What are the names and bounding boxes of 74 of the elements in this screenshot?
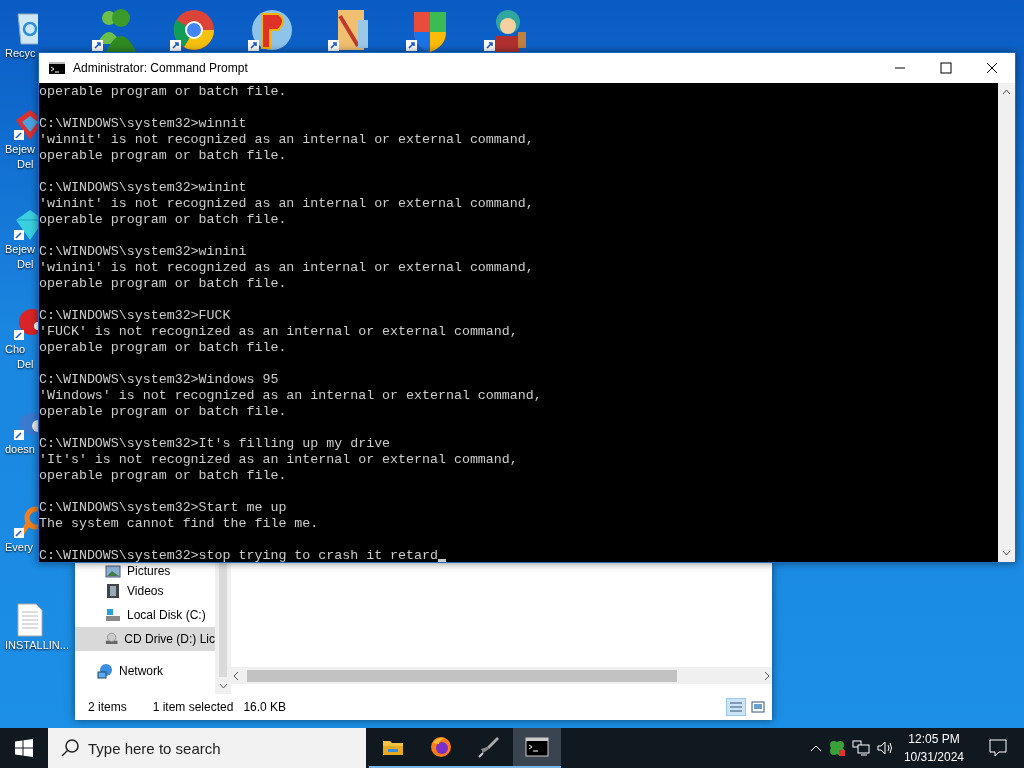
status-text: 2 items bbox=[88, 700, 127, 714]
console-line: operable program or batch file. bbox=[39, 148, 287, 164]
console-line: operable program or batch file. bbox=[39, 212, 287, 228]
close-icon bbox=[986, 62, 998, 74]
console-line: operable program or batch file. bbox=[39, 404, 287, 420]
icon-label: Del bbox=[16, 157, 34, 172]
nav-item[interactable]: Videos bbox=[75, 579, 215, 603]
chevron-right-icon[interactable] bbox=[762, 670, 772, 681]
film-icon bbox=[105, 583, 121, 599]
icon-label: Del bbox=[16, 257, 34, 272]
clock-date[interactable]: 10/31/2024 bbox=[903, 748, 964, 766]
drive-icon bbox=[105, 607, 121, 623]
large-icons-view-button[interactable] bbox=[748, 698, 768, 716]
console-line: The system cannot find the file me. bbox=[39, 516, 319, 532]
icon-label: Recyc bbox=[5, 46, 36, 61]
icon-label: Every bbox=[5, 540, 34, 555]
nav-item[interactable]: Local Disk (C:) bbox=[75, 603, 215, 627]
console-line: operable program or batch file. bbox=[39, 84, 287, 100]
icon-label: Del bbox=[16, 357, 34, 372]
clock-time[interactable]: 12:05 PM bbox=[908, 730, 960, 748]
status-text: 16.0 KB bbox=[243, 700, 287, 714]
icon-label: Bejew bbox=[5, 242, 35, 257]
console-line: 'winint' is not recognized as an internal or external command, bbox=[39, 196, 534, 212]
people-icon[interactable] bbox=[92, 6, 138, 52]
nav-item[interactable]: Pictures bbox=[75, 563, 215, 579]
chevron-left-icon[interactable] bbox=[231, 670, 241, 681]
search-icon bbox=[60, 738, 80, 758]
console-line: C:\WINDOWS\system32>FUCK bbox=[39, 308, 231, 324]
rocket-icon bbox=[477, 735, 501, 759]
scrollbar[interactable] bbox=[215, 563, 231, 694]
windows-logo-icon bbox=[15, 739, 33, 757]
console-line: C:\WINDOWS\system32>winnit bbox=[39, 116, 247, 132]
console-line: operable program or batch file. bbox=[39, 468, 287, 484]
network-icon bbox=[97, 663, 113, 679]
console-line: C:\WINDOWS\system32>Windows 95 bbox=[39, 372, 279, 388]
list-icon bbox=[729, 701, 743, 713]
taskbar-app-button[interactable] bbox=[513, 728, 561, 768]
console-line: 'FUCK' is not recognized as an internal or external command, bbox=[39, 324, 518, 340]
ball-icon[interactable] bbox=[12, 306, 38, 342]
picture-view-icon bbox=[751, 701, 765, 713]
scrollbar[interactable] bbox=[998, 83, 1015, 562]
flame-globe-icon bbox=[429, 735, 453, 759]
chevron-down-icon[interactable] bbox=[218, 682, 228, 689]
console-line: 'winini' is not recognized as an internal or external command, bbox=[39, 260, 534, 276]
icon-label: INSTALLIN... bbox=[5, 638, 69, 653]
cd-drive-icon bbox=[105, 631, 119, 647]
nav-item[interactable]: CD Drive (D:) Lic bbox=[75, 627, 215, 651]
console-line: 'It's' is not recognized as an internal or external command, bbox=[39, 452, 518, 468]
console-icon bbox=[49, 62, 65, 74]
speaker-icon[interactable] bbox=[875, 740, 894, 756]
icon-label: Cho bbox=[5, 342, 26, 357]
pictures-icon bbox=[105, 563, 121, 579]
status-text: 1 item selected bbox=[152, 700, 234, 714]
clover-icon[interactable] bbox=[827, 739, 846, 757]
console-line: C:\WINDOWS\system32>Start me up bbox=[39, 500, 287, 516]
icon-label: doesn bbox=[5, 442, 35, 457]
console-line: C:\WINDOWS\system32>winini bbox=[39, 244, 247, 260]
speech-bubble-icon bbox=[989, 739, 1007, 757]
console-line: 'Windows' is not recognized as an internal or external command, bbox=[39, 388, 542, 404]
console-icon bbox=[525, 735, 549, 759]
icon-label: Bejew bbox=[5, 142, 35, 157]
horizontal-scrollbar[interactable] bbox=[231, 667, 772, 684]
maximize-icon bbox=[940, 62, 952, 74]
window-title: Administrator: Command Prompt bbox=[73, 61, 249, 75]
network-icon[interactable] bbox=[851, 740, 870, 756]
console-line: 'winnit' is not recognized as an internal or external command, bbox=[39, 132, 534, 148]
console-line: operable program or batch file. bbox=[39, 340, 287, 356]
console-line: C:\WINDOWS\system32>winint bbox=[39, 180, 247, 196]
text-cursor bbox=[438, 559, 446, 562]
nav-item[interactable]: Network bbox=[75, 659, 215, 683]
console-line: C:\WINDOWS\system32>stop trying to crash it retard bbox=[39, 548, 438, 562]
chevron-down-icon[interactable] bbox=[1002, 550, 1011, 556]
console-line: operable program or batch file. bbox=[39, 276, 287, 292]
console-line: C:\WINDOWS\system32>It's filling up my drive bbox=[39, 436, 391, 452]
